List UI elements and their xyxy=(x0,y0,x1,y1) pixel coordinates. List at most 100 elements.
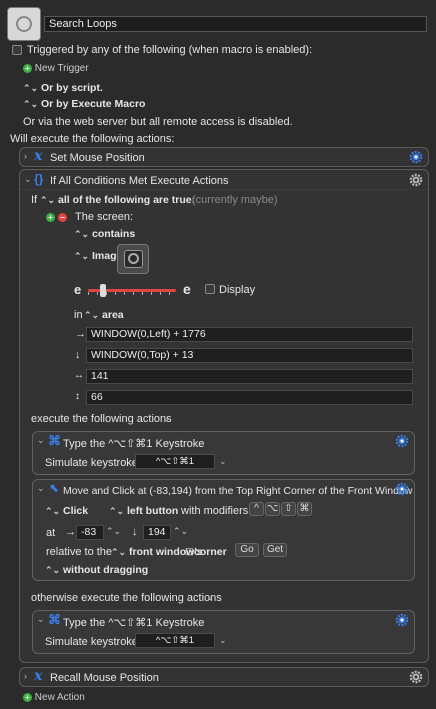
collapse-chevron-icon[interactable]: ⌄ xyxy=(37,614,45,625)
macro-name-input[interactable]: Search Loops xyxy=(44,16,427,32)
collapse-chevron-icon[interactable]: ⌄ xyxy=(24,174,32,185)
currently-status: (currently maybe) xyxy=(192,194,278,206)
then-chevron-icon[interactable]: ⌄ xyxy=(163,413,171,424)
relative-to-label: relative to the xyxy=(46,546,113,558)
x-stepper-icon[interactable]: ⌃⌄ xyxy=(106,526,121,537)
new-action-button[interactable]: + New Action xyxy=(23,692,85,703)
go-button[interactable]: Go xyxy=(235,543,259,557)
expand-chevron-icon[interactable]: › xyxy=(24,671,27,681)
collapse-chevron-icon[interactable]: ⌄ xyxy=(37,483,45,494)
area-height-input[interactable]: 66 xyxy=(86,390,413,405)
left-button-label: left button xyxy=(127,505,179,517)
area-label: area xyxy=(102,309,124,321)
area-width-input[interactable]: 141 xyxy=(86,369,413,384)
or-by-execute-label: Or by Execute Macro xyxy=(41,98,146,110)
all-conditions-label: all of the following are true: xyxy=(58,194,196,206)
or-by-script-label: Or by script. xyxy=(41,82,103,94)
dragging-select[interactable]: ⌃⌄ without dragging xyxy=(45,564,148,576)
macro-glyph-icon xyxy=(16,16,32,32)
display-label: Display xyxy=(219,284,256,296)
modifier-shift[interactable]: ⇧ xyxy=(281,502,296,516)
width-arrow-icon: ↔ xyxy=(74,370,84,381)
command-key-icon: ⌘ xyxy=(48,612,61,627)
triggered-checkbox[interactable] xyxy=(12,45,22,55)
action-else-type-keystroke[interactable]: ⌄ ⌘ Type the ^⌥⇧⌘1 Keystroke Simulate ke… xyxy=(32,610,415,654)
add-icon: + xyxy=(23,64,32,73)
left-arrow-icon: → xyxy=(75,328,86,340)
contains-select[interactable]: ⌃⌄ contains xyxy=(74,228,135,240)
action-title: Recall Mouse Position xyxy=(50,672,159,684)
if-braces-icon: {} xyxy=(34,172,44,186)
fuzz-slider[interactable] xyxy=(88,284,176,297)
fuzzy-icon: e xyxy=(183,281,191,297)
gear-icon[interactable] xyxy=(409,670,423,684)
click-label: Click xyxy=(63,505,89,517)
height-arrow-icon: ↕ xyxy=(75,391,80,402)
area-select[interactable]: ⌃⌄ area xyxy=(84,309,124,321)
click-select[interactable]: ⌃⌄ Click xyxy=(45,505,88,517)
divider xyxy=(20,189,428,190)
modifier-command[interactable]: ⌘ xyxy=(297,502,312,516)
action-recall-mouse[interactable]: › x Recall Mouse Position xyxy=(19,667,429,687)
keystroke-chevron-icon[interactable]: ⌄ xyxy=(219,635,227,646)
get-button[interactable]: Get xyxy=(263,543,287,557)
remove-condition-icon[interactable]: − xyxy=(58,213,68,222)
updown-icon: ⌃⌄ xyxy=(74,229,90,239)
corner-label: corner xyxy=(194,546,227,558)
expand-chevron-icon[interactable]: › xyxy=(24,151,27,161)
area-top-input[interactable]: WINDOW(0,Top) + 13 xyxy=(86,348,413,363)
command-key-icon: ⌘ xyxy=(48,433,61,448)
updown-icon: ⌃⌄ xyxy=(45,506,61,516)
all-conditions-select[interactable]: ⌃⌄ all of the following are true: xyxy=(40,194,195,206)
trigger-header: Triggered by any of the following (when … xyxy=(27,44,313,56)
else-chevron-icon[interactable]: ⌄ xyxy=(206,592,214,603)
keystroke-chevron-icon[interactable]: ⌄ xyxy=(219,456,227,467)
gear-icon[interactable] xyxy=(409,173,423,187)
area-left-input[interactable]: WINDOW(0,Left) + 1776 xyxy=(86,327,413,342)
variable-icon: x xyxy=(34,668,43,684)
with-modifiers-label: with modifiers xyxy=(181,505,249,517)
macro-icon[interactable] xyxy=(7,7,41,41)
gear-icon[interactable] xyxy=(395,482,409,496)
updown-icon: ⌃⌄ xyxy=(111,547,127,557)
without-dragging-label: without dragging xyxy=(63,564,149,576)
action-type-keystroke[interactable]: ⌄ ⌘ Type the ^⌥⇧⌘1 Keystroke Simulate ke… xyxy=(32,431,415,475)
modifier-control[interactable]: ^ xyxy=(249,502,264,516)
or-by-script[interactable]: ⌃⌄ Or by script. xyxy=(23,82,103,94)
action-set-mouse[interactable]: › x Set Mouse Position xyxy=(19,147,429,167)
in-label: in xyxy=(74,309,83,321)
add-condition-icon[interactable]: + xyxy=(46,213,55,222)
gear-icon[interactable] xyxy=(409,150,423,164)
gear-icon[interactable] xyxy=(395,613,409,627)
corner-icon: ◲ xyxy=(185,546,194,556)
action-move-click[interactable]: ⌄ ⬉ Move and Click at (-83,194) from the… xyxy=(32,479,415,581)
then-header: execute the following actions xyxy=(31,413,172,425)
precise-icon: e xyxy=(74,282,82,297)
left-button-select[interactable]: ⌃⌄ left button xyxy=(109,505,178,517)
updown-icon: ⌃⌄ xyxy=(74,251,90,261)
keystroke-field[interactable]: ^⌥⇧⌘1 xyxy=(135,454,215,469)
new-action-label: New Action xyxy=(34,692,85,703)
modifier-option[interactable]: ⌥ xyxy=(265,502,280,516)
image-well[interactable] xyxy=(117,244,149,274)
fuzz-slider-thumb[interactable] xyxy=(100,284,106,297)
at-label: at xyxy=(46,527,56,539)
y-coordinate-input[interactable]: 194 xyxy=(143,525,171,540)
new-trigger-button[interactable]: + New Trigger xyxy=(23,63,89,74)
action-title: Type the ^⌥⇧⌘1 Keystroke xyxy=(63,438,205,450)
keystroke-field[interactable]: ^⌥⇧⌘1 xyxy=(135,633,215,648)
x-coordinate-input[interactable]: -83 xyxy=(76,525,104,540)
if-label: If xyxy=(31,194,38,206)
display-checkbox[interactable] xyxy=(205,284,215,294)
or-by-execute-macro[interactable]: ⌃⌄ Or by Execute Macro xyxy=(23,98,145,110)
y-stepper-icon[interactable]: ⌃⌄ xyxy=(173,526,188,537)
action-title: Set Mouse Position xyxy=(50,152,145,164)
will-execute-label: Will execute the following actions: xyxy=(10,133,175,145)
screen-label: The screen: xyxy=(75,211,134,223)
collapse-chevron-icon[interactable]: ⌄ xyxy=(37,435,45,446)
action-title: Type the ^⌥⇧⌘1 Keystroke xyxy=(63,617,205,629)
variable-icon: x xyxy=(34,148,43,164)
gear-icon[interactable] xyxy=(395,434,409,448)
simulate-label: Simulate keystroke: xyxy=(45,636,141,648)
image-glyph-icon xyxy=(128,253,139,264)
